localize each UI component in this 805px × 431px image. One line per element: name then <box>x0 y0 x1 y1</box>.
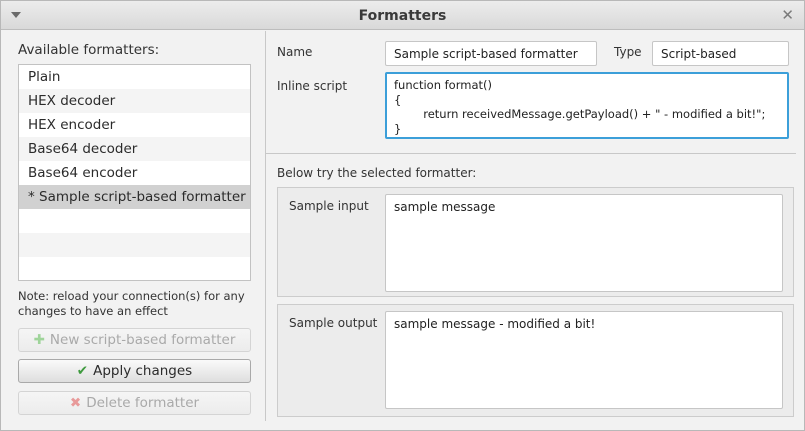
horizontal-divider <box>266 153 796 154</box>
type-field[interactable]: Script-based <box>652 41 789 66</box>
formatters-list[interactable]: Plain HEX decoder HEX encoder Base64 dec… <box>18 64 251 281</box>
available-formatters-heading: Available formatters: <box>18 42 160 58</box>
inline-script-label: Inline script <box>277 79 348 93</box>
sample-input-label: Sample input <box>289 199 369 213</box>
sample-output-field[interactable]: sample message - modified a bit! <box>385 311 783 409</box>
new-formatter-button[interactable]: ✚ New script-based formatter <box>18 328 251 352</box>
sample-input-value: sample message <box>394 200 496 214</box>
tryout-heading: Below try the selected formatter: <box>277 166 477 180</box>
name-value: Sample script-based formatter <box>394 47 578 61</box>
script-line: { <box>394 92 402 107</box>
title-bar: Formatters ✕ <box>1 1 804 30</box>
name-label: Name <box>277 45 313 59</box>
empty-list-row <box>19 209 250 233</box>
delete-formatter-label: Delete formatter <box>86 395 200 411</box>
type-label: Type <box>614 45 642 59</box>
reload-note: Note: reload your connection(s) for any … <box>18 289 245 318</box>
left-panel: Available formatters: Plain HEX decoder … <box>1 31 266 431</box>
close-icon[interactable]: ✕ <box>781 6 794 24</box>
inline-script-editor[interactable]: function format() { return receivedMessa… <box>385 72 789 139</box>
plus-icon: ✚ <box>33 332 45 348</box>
sample-output-value: sample message - modified a bit! <box>394 317 596 331</box>
list-item[interactable]: HEX decoder <box>19 89 250 113</box>
new-formatter-label: New script-based formatter <box>49 332 236 348</box>
apply-changes-button[interactable]: ✔ Apply changes <box>18 359 251 383</box>
window-title: Formatters <box>358 8 447 24</box>
x-icon: ✖ <box>69 395 82 411</box>
list-item[interactable]: Base64 encoder <box>19 161 250 185</box>
sample-input-field[interactable]: sample message <box>385 194 783 292</box>
list-item[interactable]: Plain <box>19 65 250 89</box>
vertical-divider <box>265 31 266 421</box>
script-line: } <box>394 121 402 136</box>
type-value: Script-based <box>661 47 737 61</box>
empty-list-row <box>19 233 250 257</box>
apply-changes-label: Apply changes <box>93 363 193 379</box>
empty-list-row <box>19 257 250 280</box>
script-line: function format() <box>394 78 492 92</box>
check-icon: ✔ <box>76 363 89 379</box>
list-item[interactable]: HEX encoder <box>19 113 250 137</box>
sample-output-label: Sample output <box>289 316 378 330</box>
name-field[interactable]: Sample script-based formatter <box>385 41 597 66</box>
delete-formatter-button[interactable]: ✖ Delete formatter <box>18 391 251 415</box>
script-line: return receivedMessage.getPayload() + " … <box>394 107 766 121</box>
formatters-window: Formatters ✕ Available formatters: Plain… <box>0 0 805 431</box>
list-item-selected[interactable]: * Sample script-based formatter <box>19 185 250 209</box>
list-item[interactable]: Base64 decoder <box>19 137 250 161</box>
